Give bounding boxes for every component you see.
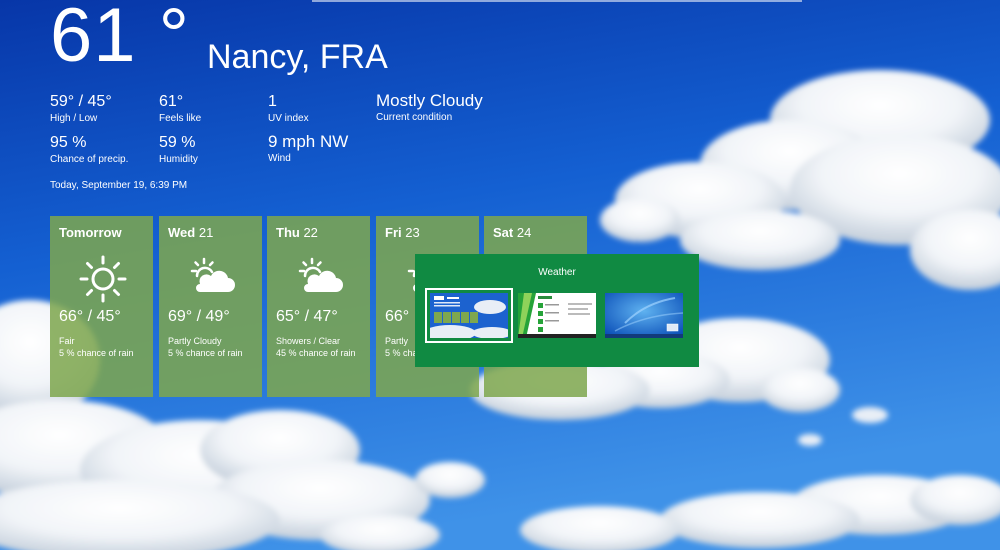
top-edge-strip <box>312 0 802 2</box>
sun-icon <box>79 255 127 303</box>
stat-label: Humidity <box>159 154 198 165</box>
stat-value: 61° <box>159 93 184 110</box>
stat-high-low: 59° / 45° High / Low <box>50 93 112 125</box>
forecast-condition: Partly Cloudy <box>168 336 222 346</box>
forecast-condition: Fair <box>59 336 75 346</box>
stat-label: Chance of precip. <box>50 154 129 165</box>
forecast-condition: Showers / Clear <box>276 336 341 346</box>
stat-value: Mostly Cloudy <box>376 91 483 110</box>
forecast-temps: 69° / 49° <box>168 308 230 325</box>
partly-cloudy-icon <box>190 257 235 292</box>
stat-value: 59 % <box>159 134 196 151</box>
stat-humidity: 59 % Humidity <box>159 134 198 166</box>
stat-label: Feels like <box>159 113 202 124</box>
weather-app-thumbnail[interactable] <box>425 288 513 343</box>
stat-value: 9 mph NW <box>268 132 349 151</box>
stat-feels-like: 61° Feels like <box>159 93 201 125</box>
forecast-tile-wed[interactable]: Wed 21 69° / 49° Partly Cloudy 5 % chanc… <box>159 216 262 397</box>
forecast-rain-chance: 5 % chance of rain <box>59 348 134 358</box>
forecast-day: Thu 22 <box>276 225 318 240</box>
stat-value: 1 <box>268 93 277 110</box>
forecast-tile-tomorrow[interactable]: Tomorrow 66° / 45° Fair 5 % chance of ra… <box>50 216 153 397</box>
stat-label: UV index <box>268 113 309 124</box>
app-switcher-popup: Weather <box>415 254 699 367</box>
store-app-thumbnail[interactable] <box>518 293 596 338</box>
stat-wind: 9 mph NW Wind <box>268 133 348 165</box>
stat-value: 59° / 45° <box>50 93 112 110</box>
switcher-title: Weather <box>538 267 576 278</box>
partly-cloudy-icon <box>298 257 343 292</box>
forecast-condition: Partly <box>385 336 409 346</box>
forecast-day: Sat 24 <box>493 225 532 240</box>
stat-label: Wind <box>268 153 291 164</box>
stat-value: 95 % <box>50 134 87 151</box>
forecast-day: Wed 21 <box>168 225 214 240</box>
forecast-tile-thu[interactable]: Thu 22 65° / 47° Showers / Clear 45 % ch… <box>267 216 370 397</box>
stat-label: High / Low <box>50 113 98 124</box>
forecast-temps: 65° / 47° <box>276 308 338 325</box>
current-temperature: 61 ° <box>50 0 191 78</box>
forecast-day: Tomorrow <box>59 225 122 240</box>
forecast-day: Fri 23 <box>385 225 420 240</box>
stat-current-condition: Mostly Cloudy Current condition <box>376 92 483 124</box>
updated-timestamp: Today, September 19, 6:39 PM <box>50 180 188 191</box>
store-app-preview <box>518 293 596 338</box>
forecast-rain-chance: 5 % cha <box>385 348 418 358</box>
stat-label: Current condition <box>376 112 453 123</box>
stat-uv-index: 1 UV index <box>268 93 309 125</box>
forecast-temps: 66° <box>385 308 410 325</box>
stat-precip-chance: 95 % Chance of precip. <box>50 134 128 166</box>
forecast-rain-chance: 5 % chance of rain <box>168 348 243 358</box>
weather-app-preview <box>430 293 508 338</box>
desktop-thumbnail[interactable] <box>605 293 683 338</box>
desktop-preview <box>605 293 683 338</box>
forecast-temps: 66° / 45° <box>59 308 121 325</box>
forecast-rain-chance: 45 % chance of rain <box>276 348 356 358</box>
location-name: Nancy, FRA <box>207 38 388 76</box>
